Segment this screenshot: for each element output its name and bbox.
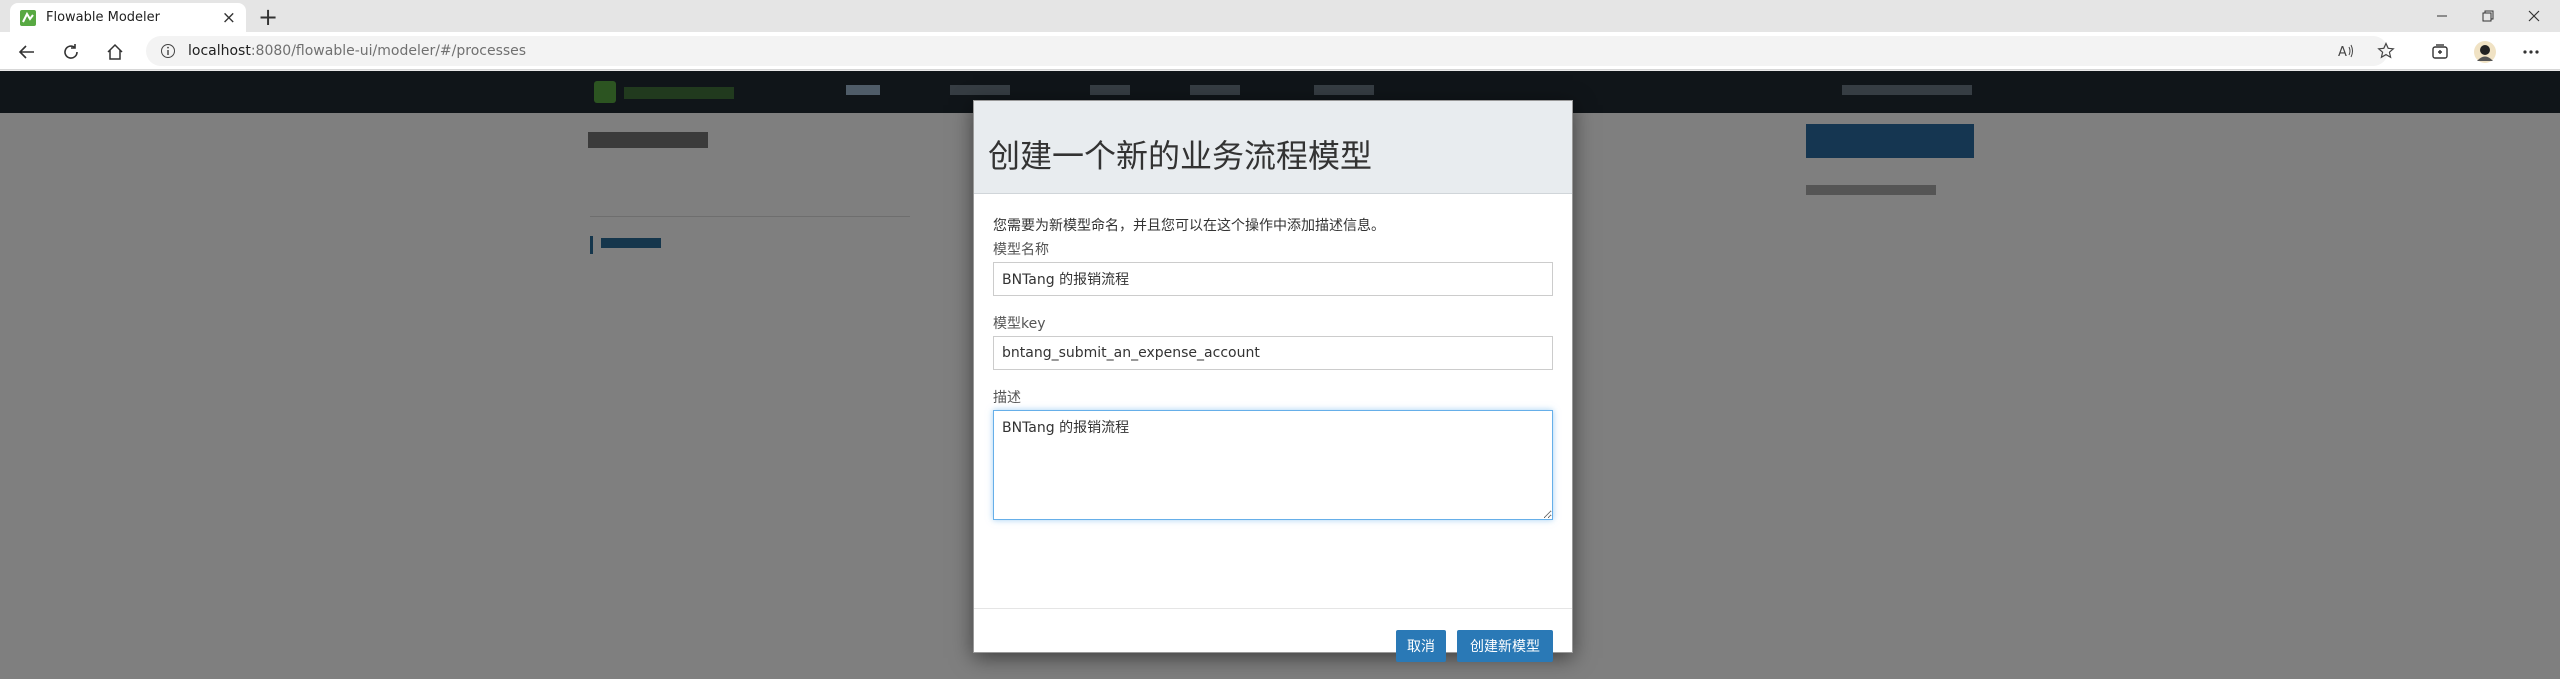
close-window-icon[interactable] [2514, 3, 2554, 29]
model-key-label: 模型key [993, 316, 1046, 332]
dialog-intro-text: 您需要为新模型命名，并且您可以在这个操作中添加描述信息。 [993, 218, 1385, 234]
more-icon[interactable] [2518, 39, 2544, 65]
model-name-input[interactable] [993, 262, 1553, 296]
description-textarea[interactable]: BNTang 的报销流程 [993, 410, 1553, 520]
model-key-input[interactable] [993, 336, 1553, 370]
collections-icon[interactable] [2427, 39, 2453, 65]
dialog-body: 您需要为新模型命名，并且您可以在这个操作中添加描述信息。 模型名称 模型key … [993, 215, 1553, 520]
info-icon[interactable] [160, 43, 176, 59]
url-text: localhost:8080/flowable-ui/modeler/#/pro… [188, 43, 526, 59]
flowable-favicon-icon [20, 9, 36, 26]
create-model-dialog: 创建一个新的业务流程模型 您需要为新模型命名，并且您可以在这个操作中添加描述信息… [973, 100, 1573, 662]
reload-icon[interactable] [57, 38, 85, 66]
browser-tabstrip: Flowable Modeler × + [0, 0, 2560, 32]
home-icon[interactable] [101, 38, 129, 66]
svg-text:A: A [2338, 45, 2347, 59]
new-tab-button[interactable]: + [254, 3, 282, 31]
minimize-icon[interactable] [2422, 3, 2462, 29]
page-content: 创建一个新的业务流程模型 您需要为新模型命名，并且您可以在这个操作中添加描述信息… [0, 71, 2560, 679]
address-bar[interactable]: localhost:8080/flowable-ui/modeler/#/pro… [146, 36, 2388, 66]
description-label: 描述 [993, 390, 1021, 406]
star-icon[interactable] [2373, 37, 2399, 65]
url-path: :8080/flowable-ui/modeler/#/processes [250, 43, 527, 59]
dialog-header: 创建一个新的业务流程模型 [974, 101, 1572, 194]
url-host: localhost [188, 43, 251, 59]
tab-close-icon[interactable]: × [222, 8, 236, 28]
restore-icon[interactable] [2468, 3, 2508, 29]
back-arrow-icon[interactable] [13, 38, 41, 66]
browser-tab[interactable]: Flowable Modeler × [10, 3, 246, 32]
browser-toolbar: localhost:8080/flowable-ui/modeler/#/pro… [0, 32, 2560, 70]
create-model-button[interactable]: 创建新模型 [1457, 630, 1553, 662]
read-aloud-icon[interactable]: A [2333, 37, 2359, 65]
cancel-button[interactable]: 取消 [1396, 630, 1446, 662]
dialog-footer-divider [974, 608, 1572, 609]
model-name-label: 模型名称 [993, 242, 1049, 258]
profile-avatar-icon[interactable] [2472, 39, 2498, 65]
dialog-title: 创建一个新的业务流程模型 [988, 137, 1373, 175]
tab-title: Flowable Modeler [46, 10, 161, 25]
